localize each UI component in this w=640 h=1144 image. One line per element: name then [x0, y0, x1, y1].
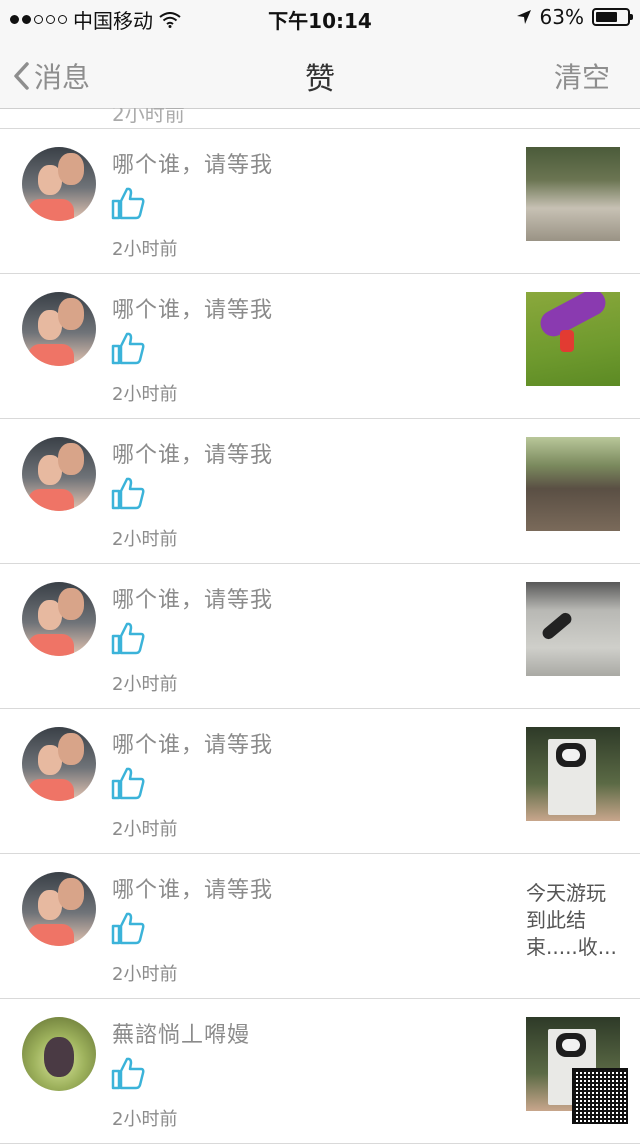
post-thumbnail[interactable]: [526, 582, 620, 676]
status-bar: 中国移动 下午10:14 63%: [0, 0, 640, 36]
like-time: 2小时前: [112, 239, 178, 260]
like-time: 2小时前: [112, 529, 178, 550]
user-name[interactable]: 哪个谁，请等我: [112, 292, 273, 324]
like-time: 2小时前: [112, 1109, 178, 1130]
page-title: 赞: [305, 62, 335, 97]
user-name[interactable]: 哪个谁，请等我: [112, 437, 273, 469]
battery-percent: 63%: [539, 5, 584, 29]
avatar[interactable]: [22, 437, 96, 511]
post-thumbnail[interactable]: [526, 147, 620, 241]
battery-icon: [592, 8, 633, 26]
list-item[interactable]: 哪个谁，请等我 2小时前: [0, 564, 640, 709]
like-time: 2小时前: [112, 674, 178, 695]
user-name[interactable]: 哪个谁，请等我: [112, 872, 273, 904]
thumbs-up-icon: [111, 332, 145, 365]
list-item-partial: 2小时前: [0, 108, 640, 129]
post-thumbnail[interactable]: [526, 292, 620, 386]
avatar[interactable]: [22, 727, 96, 801]
likes-list: 2小时前 哪个谁，请等我 2小时前 哪个谁，请等我 2小时前 哪个谁，请等我 2…: [0, 108, 640, 1144]
status-right: 63%: [516, 5, 633, 29]
avatar[interactable]: [22, 872, 96, 946]
like-time: 2小时前: [112, 964, 178, 985]
like-time: 2小时前: [112, 384, 178, 405]
thumbs-up-icon: [111, 187, 145, 220]
user-name[interactable]: 蕪諮惝丄嘚嫚: [112, 1017, 250, 1049]
thumbs-up-icon: [111, 767, 145, 800]
thumbs-up-icon: [111, 622, 145, 655]
avatar[interactable]: [22, 582, 96, 656]
thumbs-up-icon: [111, 1057, 145, 1090]
thumbs-up-icon: [111, 477, 145, 510]
post-thumbnail[interactable]: [526, 437, 620, 531]
thumbs-up-icon: [111, 912, 145, 945]
like-time: 2小时前: [112, 819, 178, 840]
navigation-bar: 消息 赞 清空: [0, 36, 640, 109]
avatar[interactable]: [22, 147, 96, 221]
list-item[interactable]: 哪个谁，请等我 2小时前: [0, 709, 640, 854]
list-item[interactable]: 哪个谁，请等我 2小时前: [0, 419, 640, 564]
list-item[interactable]: 蕪諮惝丄嘚嫚 2小时前: [0, 999, 640, 1144]
post-text-preview[interactable]: 今天游玩 到此结 束.....收...: [526, 880, 626, 961]
avatar[interactable]: [22, 1017, 96, 1091]
user-name[interactable]: 哪个谁，请等我: [112, 582, 273, 614]
list-item[interactable]: 哪个谁，请等我 2小时前: [0, 129, 640, 274]
user-name[interactable]: 哪个谁，请等我: [112, 147, 273, 179]
list-item[interactable]: 哪个谁，请等我 2小时前 今天游玩 到此结 束.....收...: [0, 854, 640, 999]
partial-time: 2小时前: [112, 108, 185, 126]
location-arrow-icon: [516, 10, 531, 24]
user-name[interactable]: 哪个谁，请等我: [112, 727, 273, 759]
qr-code-watermark: [572, 1068, 628, 1124]
clear-button[interactable]: 清空: [554, 56, 610, 96]
list-item[interactable]: 哪个谁，请等我 2小时前: [0, 274, 640, 419]
post-thumbnail[interactable]: [526, 727, 620, 821]
avatar[interactable]: [22, 292, 96, 366]
